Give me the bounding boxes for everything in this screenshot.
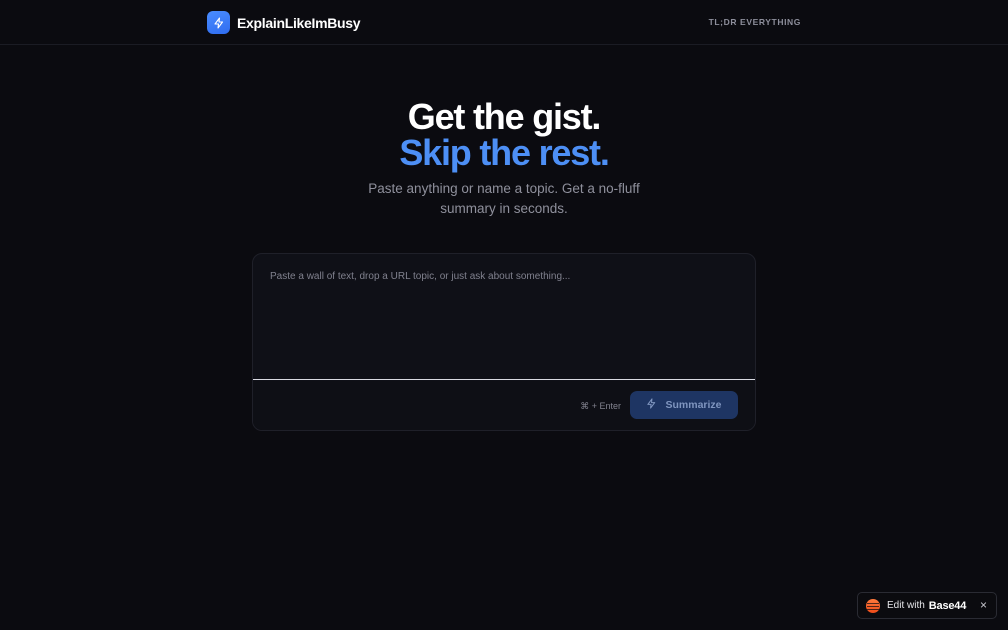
page: ExplainLikeImBusy TL;DR EVERYTHING Get t… [0, 0, 1008, 630]
summarize-button-label: Summarize [665, 399, 722, 411]
close-icon[interactable]: × [980, 598, 987, 612]
tagline: TL;DR EVERYTHING [708, 17, 801, 27]
brand-name: ExplainLikeImBusy [237, 14, 361, 31]
base44-wordmark: Base44 [928, 599, 967, 612]
edit-with-base44-badge[interactable]: Edit with Base44 × [857, 592, 997, 619]
hero-title-accent: Skip the rest. [399, 132, 609, 173]
summarize-button[interactable]: Summarize [630, 391, 738, 419]
base44-logo-icon [866, 598, 880, 613]
edit-with-label: Edit with [887, 600, 925, 611]
keyboard-shortcut-hint: ⌘ + Enter [580, 401, 621, 411]
brand-home-link[interactable]: ExplainLikeImBusy [207, 11, 361, 34]
summarize-card: ⌘ + Enter Summarize [252, 253, 756, 431]
lightning-bolt-icon [207, 11, 230, 34]
hero-subtitle: Paste anything or name a topic. Get a no… [368, 181, 640, 216]
hero: Get the gist. Skip the rest. [0, 96, 1008, 173]
lightning-bolt-icon [646, 398, 657, 412]
card-footer: ⌘ + Enter Summarize [253, 381, 755, 430]
top-nav: ExplainLikeImBusy TL;DR EVERYTHING [0, 0, 1008, 45]
content-input[interactable] [253, 254, 755, 380]
hero-title: Get the gist. [407, 96, 602, 137]
